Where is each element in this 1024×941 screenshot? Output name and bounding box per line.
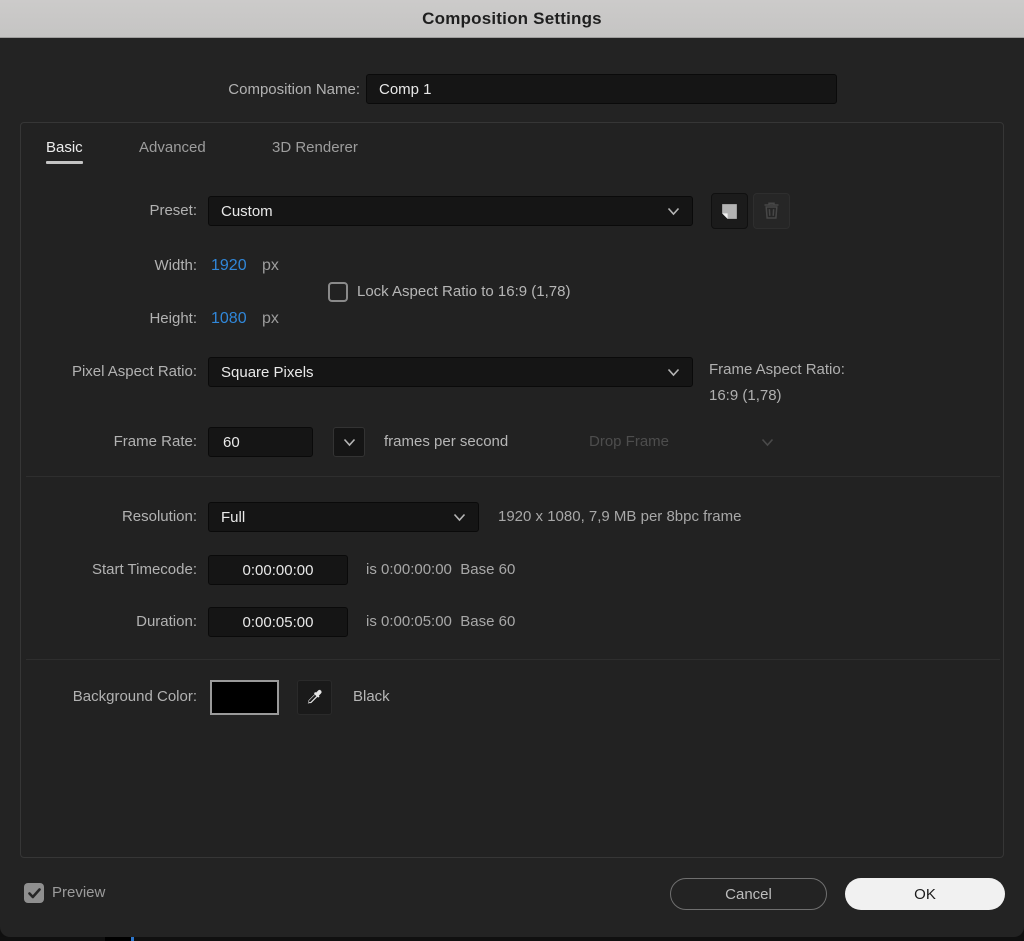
eyedropper-icon — [307, 689, 322, 704]
preview-label: Preview — [52, 884, 106, 901]
resolution-dropdown[interactable]: Full — [208, 502, 479, 532]
section-divider — [26, 659, 1000, 660]
width-label: Width: — [154, 257, 197, 274]
tab-advanced[interactable]: Advanced — [139, 139, 206, 156]
start-timecode-input[interactable] — [208, 555, 348, 585]
start-timecode-info: is 0:00:00:00 Base 60 — [366, 561, 516, 578]
section-divider — [26, 476, 1000, 477]
preset-label: Preset: — [149, 202, 197, 219]
playhead-fragment — [131, 937, 134, 941]
preview-row: Preview — [24, 883, 105, 903]
background-color-swatch[interactable] — [210, 680, 279, 715]
height-value[interactable]: 1080 — [211, 309, 247, 329]
save-preset-button[interactable] — [711, 193, 748, 229]
cancel-button[interactable]: Cancel — [670, 878, 827, 910]
frame-aspect-ratio-value: 16:9 (1,78) — [709, 387, 782, 404]
tab-3d-renderer[interactable]: 3D Renderer — [272, 139, 358, 156]
ok-button[interactable]: OK — [845, 878, 1005, 910]
dialog-title: Composition Settings — [422, 8, 602, 28]
pixel-aspect-ratio-label: Pixel Aspect Ratio: — [71, 363, 197, 380]
preset-dropdown[interactable]: Custom — [208, 196, 693, 226]
width-value[interactable]: 1920 — [211, 256, 247, 276]
chevron-down-icon — [667, 207, 680, 215]
frame-rate-preset-button[interactable] — [333, 427, 365, 457]
check-icon — [27, 887, 41, 898]
settings-panel: Basic Advanced 3D Renderer Preset: Custo… — [20, 122, 1004, 858]
duration-label: Duration: — [136, 613, 197, 630]
delete-preset-button[interactable] — [753, 193, 790, 229]
chevron-down-icon — [453, 513, 466, 521]
composition-settings-dialog: Composition Name: Basic Advanced 3D Rend… — [0, 38, 1024, 937]
composition-name-label: Composition Name: — [228, 81, 360, 98]
preset-value: Custom — [221, 202, 273, 220]
drop-frame-dropdown: Drop Frame — [589, 433, 670, 450]
background-color-label: Background Color: — [72, 688, 197, 705]
timeline-fragment — [105, 937, 131, 941]
width-unit: px — [262, 257, 279, 274]
dialog-title-bar: Composition Settings — [0, 0, 1024, 38]
preview-checkbox[interactable] — [24, 883, 44, 903]
resolution-info: 1920 x 1080, 7,9 MB per 8bpc frame — [498, 508, 742, 525]
composition-name-input[interactable] — [366, 74, 837, 104]
frame-rate-unit-text: frames per second — [384, 433, 509, 450]
pixel-aspect-ratio-value: Square Pixels — [221, 363, 314, 381]
save-preset-icon — [722, 203, 737, 219]
frame-rate-input[interactable] — [208, 427, 313, 457]
chevron-down-icon — [667, 368, 680, 376]
frame-rate-label: Frame Rate: — [113, 433, 197, 450]
chevron-down-icon — [761, 438, 774, 447]
background-color-name: Black — [353, 688, 390, 705]
start-timecode-label: Start Timecode: — [91, 561, 197, 578]
app-background-strip — [0, 937, 1024, 941]
lock-aspect-ratio-label: Lock Aspect Ratio to 16:9 (1,78) — [357, 283, 571, 300]
height-label: Height: — [149, 310, 197, 327]
duration-input[interactable] — [208, 607, 348, 637]
tab-basic[interactable]: Basic — [46, 139, 83, 164]
resolution-value: Full — [221, 508, 246, 526]
frame-aspect-ratio-label: Frame Aspect Ratio: — [709, 361, 845, 378]
pixel-aspect-ratio-dropdown[interactable]: Square Pixels — [208, 357, 693, 387]
duration-info: is 0:00:05:00 Base 60 — [366, 613, 516, 630]
lock-aspect-ratio-row: Lock Aspect Ratio to 16:9 (1,78) — [328, 282, 570, 302]
chevron-down-icon — [343, 438, 355, 446]
eyedropper-button[interactable] — [297, 680, 332, 715]
lock-aspect-ratio-checkbox[interactable] — [328, 282, 348, 302]
height-unit: px — [262, 310, 279, 327]
trash-icon — [764, 202, 779, 219]
resolution-label: Resolution: — [121, 508, 197, 525]
